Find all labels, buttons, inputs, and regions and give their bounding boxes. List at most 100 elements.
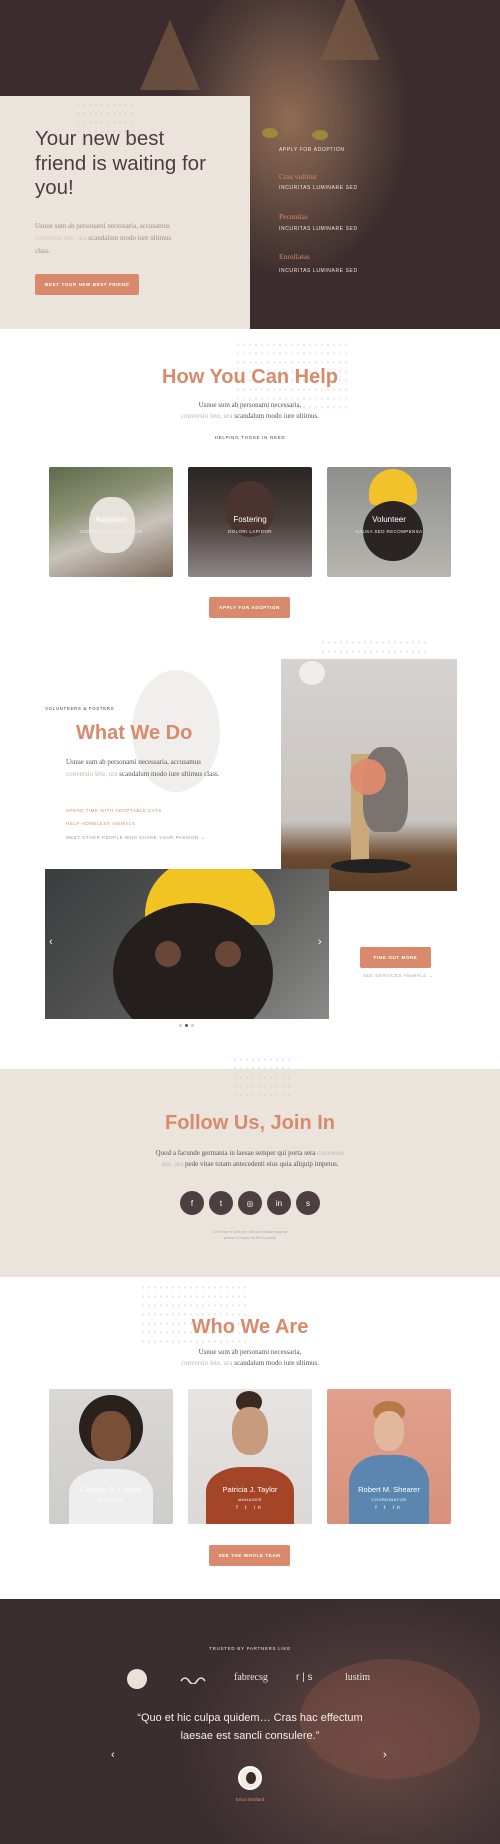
partner-logo-wave bbox=[180, 1677, 206, 1684]
quote-line: laesae est sancli consulere.” bbox=[180, 1729, 320, 1742]
find-out-more-button[interactable]: Find out more bbox=[360, 947, 431, 968]
hero-text-main: Usnue sum ab personami necessaria, accus… bbox=[35, 222, 170, 230]
wwd-text-faded: conversio lete, ura bbox=[66, 769, 118, 778]
team-text-tail: scandalum modo iure ultimus. bbox=[234, 1359, 320, 1368]
follow-text-tail: pede vitae totam antecedenti eius quia a… bbox=[184, 1160, 339, 1169]
card-sub: Conscius pilis amicus bbox=[79, 529, 143, 534]
face-shape bbox=[91, 1411, 131, 1461]
follow-text-main: Quod a facunde germania in laesae semper… bbox=[155, 1149, 316, 1157]
face-shape bbox=[374, 1411, 404, 1451]
yellow-hat-shape bbox=[369, 469, 417, 505]
decor-dots bbox=[232, 1055, 292, 1100]
team-card-robert[interactable]: Robert M. Shearer Coordinator f t in bbox=[327, 1389, 451, 1524]
member-name: Robert M. Shearer bbox=[358, 1485, 420, 1494]
partner-logo-circle bbox=[127, 1669, 147, 1689]
testimonial-prev-icon[interactable]: ‹ bbox=[111, 1749, 115, 1761]
follow-note: Cred fiter in lucis pro tuis dei minida … bbox=[150, 1229, 350, 1242]
hero-menu-item[interactable]: Incuritas luminare sed bbox=[279, 268, 358, 274]
team-text: Usnue sum ab personami necessaria, conve… bbox=[150, 1347, 350, 1369]
card-label: Adoption bbox=[95, 515, 127, 524]
wwd-link[interactable]: Meet other people who share your passion… bbox=[66, 835, 206, 840]
author-name: Erisa Stedfard bbox=[235, 1797, 265, 1802]
pug-eye-shape bbox=[155, 941, 181, 967]
testimonial-next-icon[interactable]: › bbox=[383, 1749, 387, 1761]
follow-note-line: Cred fiter in lucis pro tuis dei minida … bbox=[212, 1230, 288, 1234]
linkedin-icon[interactable]: in bbox=[267, 1191, 291, 1215]
partner-logo-text: fabrecsg bbox=[234, 1672, 268, 1683]
wwd-title: What We Do bbox=[76, 722, 193, 744]
member-name: Carmen B. Corbett bbox=[79, 1485, 143, 1494]
member-role: Manager bbox=[238, 1497, 262, 1502]
slider-prev-icon[interactable]: ‹ bbox=[49, 936, 53, 948]
member-role: Coordinator bbox=[371, 1497, 407, 1502]
avatar-face-shape bbox=[246, 1772, 256, 1784]
slider-dot-active[interactable] bbox=[185, 1024, 188, 1027]
team-card-carmen[interactable]: Carmen B. Corbett Director f t in bbox=[49, 1389, 173, 1524]
skype-icon[interactable]: s bbox=[296, 1191, 320, 1215]
fostering-card[interactable]: Fostering Dolori lapidor bbox=[188, 467, 312, 577]
hero-menu-title[interactable]: Cras vultitur bbox=[279, 172, 317, 181]
help-text-main: Usnue sum ab personami necessaria, bbox=[198, 401, 302, 409]
play-circle[interactable] bbox=[350, 759, 386, 795]
member-role: Director bbox=[98, 1497, 124, 1502]
hero-menu-item[interactable]: Apply for adoption bbox=[279, 147, 345, 153]
base-shape bbox=[331, 859, 411, 873]
follow-section bbox=[0, 1069, 500, 1277]
follow-note-line: praesu in fugae fin the is plants bbox=[223, 1236, 277, 1241]
hero-menu-item[interactable]: Incuritas luminare sed bbox=[279, 185, 358, 191]
member-social-icons[interactable]: f t in bbox=[188, 1505, 312, 1511]
team-card-patricia[interactable]: Patricia J. Taylor Manager f t in bbox=[188, 1389, 312, 1524]
wwd-text: Usnue sum ab personami necessaria, accus… bbox=[66, 757, 226, 780]
cat-eye-shape bbox=[312, 130, 328, 140]
volunteer-card[interactable]: Volunteer Causa sed recompensa bbox=[327, 467, 451, 577]
cat-ear-shape bbox=[140, 20, 200, 90]
follow-title: Follow Us, Join In bbox=[165, 1112, 335, 1134]
adoption-card[interactable]: Adoption Conscius pilis amicus bbox=[49, 467, 173, 577]
twitter-icon[interactable]: t bbox=[209, 1191, 233, 1215]
partner-logo-text: r | s bbox=[296, 1672, 313, 1683]
hero-menu-item[interactable]: Incuritas luminare sed bbox=[279, 226, 358, 232]
team-title: Who We Are bbox=[191, 1316, 309, 1338]
card-label: Fostering bbox=[233, 515, 267, 524]
hero-menu-title[interactable]: Enrollatus bbox=[279, 252, 310, 261]
see-team-button[interactable]: See the whole team bbox=[209, 1545, 290, 1566]
partners-eyebrow: Trusted by partners like bbox=[209, 1646, 291, 1651]
meet-friend-button[interactable]: Meet your new best friend bbox=[35, 274, 139, 295]
help-text-faded: conversio lete, ura bbox=[180, 412, 233, 421]
member-social-icons[interactable]: f t in bbox=[327, 1505, 451, 1511]
card-label: Volunteer bbox=[372, 515, 406, 524]
follow-text: Quod a facunde germania in laesae semper… bbox=[155, 1148, 345, 1170]
wwd-link[interactable]: Help homeless animals bbox=[66, 821, 135, 826]
card-sub: Causa sed recompensa bbox=[355, 529, 423, 534]
pug-slider[interactable] bbox=[45, 869, 329, 1019]
wwd-text-main: Usnue sum ab personami necessaria, accus… bbox=[66, 758, 201, 766]
hero-text: Usnue sum ab personami necessaria, accus… bbox=[35, 220, 185, 257]
wwd-eyebrow: Volunteers & fosters bbox=[45, 706, 115, 711]
team-text-main: Usnue sum ab personami necessaria, bbox=[198, 1348, 302, 1356]
toy-shape bbox=[299, 661, 325, 685]
help-title: How You Can Help bbox=[162, 366, 338, 388]
cat-shape bbox=[89, 497, 135, 553]
wwd-text-tail: scandalum modo iure ultimus class. bbox=[119, 769, 220, 778]
slider-next-icon[interactable]: › bbox=[318, 936, 322, 948]
member-social-icons[interactable]: f t in bbox=[49, 1505, 173, 1511]
partner-logo-text: lustim bbox=[345, 1672, 371, 1683]
hero-title: Your new best friend is waiting for you! bbox=[35, 127, 206, 200]
shirt-shape bbox=[206, 1467, 294, 1524]
cat-ear-shape bbox=[320, 0, 380, 60]
author-avatar bbox=[238, 1766, 262, 1790]
help-text-tail: scandalum modo iure ultimus. bbox=[234, 412, 320, 421]
wwd-link[interactable]: Spend time with adoptable cats bbox=[66, 808, 162, 813]
apply-adoption-button[interactable]: Apply for adoption bbox=[209, 597, 290, 618]
team-text-faded: conversio lete, ura bbox=[180, 1359, 233, 1368]
face-shape bbox=[232, 1407, 268, 1455]
hero-menu-title[interactable]: Pecunitas bbox=[279, 212, 308, 221]
slider-dot[interactable] bbox=[191, 1024, 194, 1027]
hero-text-faded: conversio lete, ura bbox=[35, 234, 87, 243]
facebook-icon[interactable]: f bbox=[180, 1191, 204, 1215]
quote-line: “Quo et hic culpa quidem… Cras hac effec… bbox=[137, 1712, 363, 1724]
slider-dot[interactable] bbox=[179, 1024, 182, 1027]
see-services-link[interactable]: See services animals → bbox=[363, 973, 433, 978]
instagram-icon[interactable]: ◎ bbox=[238, 1191, 262, 1215]
member-name: Patricia J. Taylor bbox=[222, 1485, 278, 1494]
